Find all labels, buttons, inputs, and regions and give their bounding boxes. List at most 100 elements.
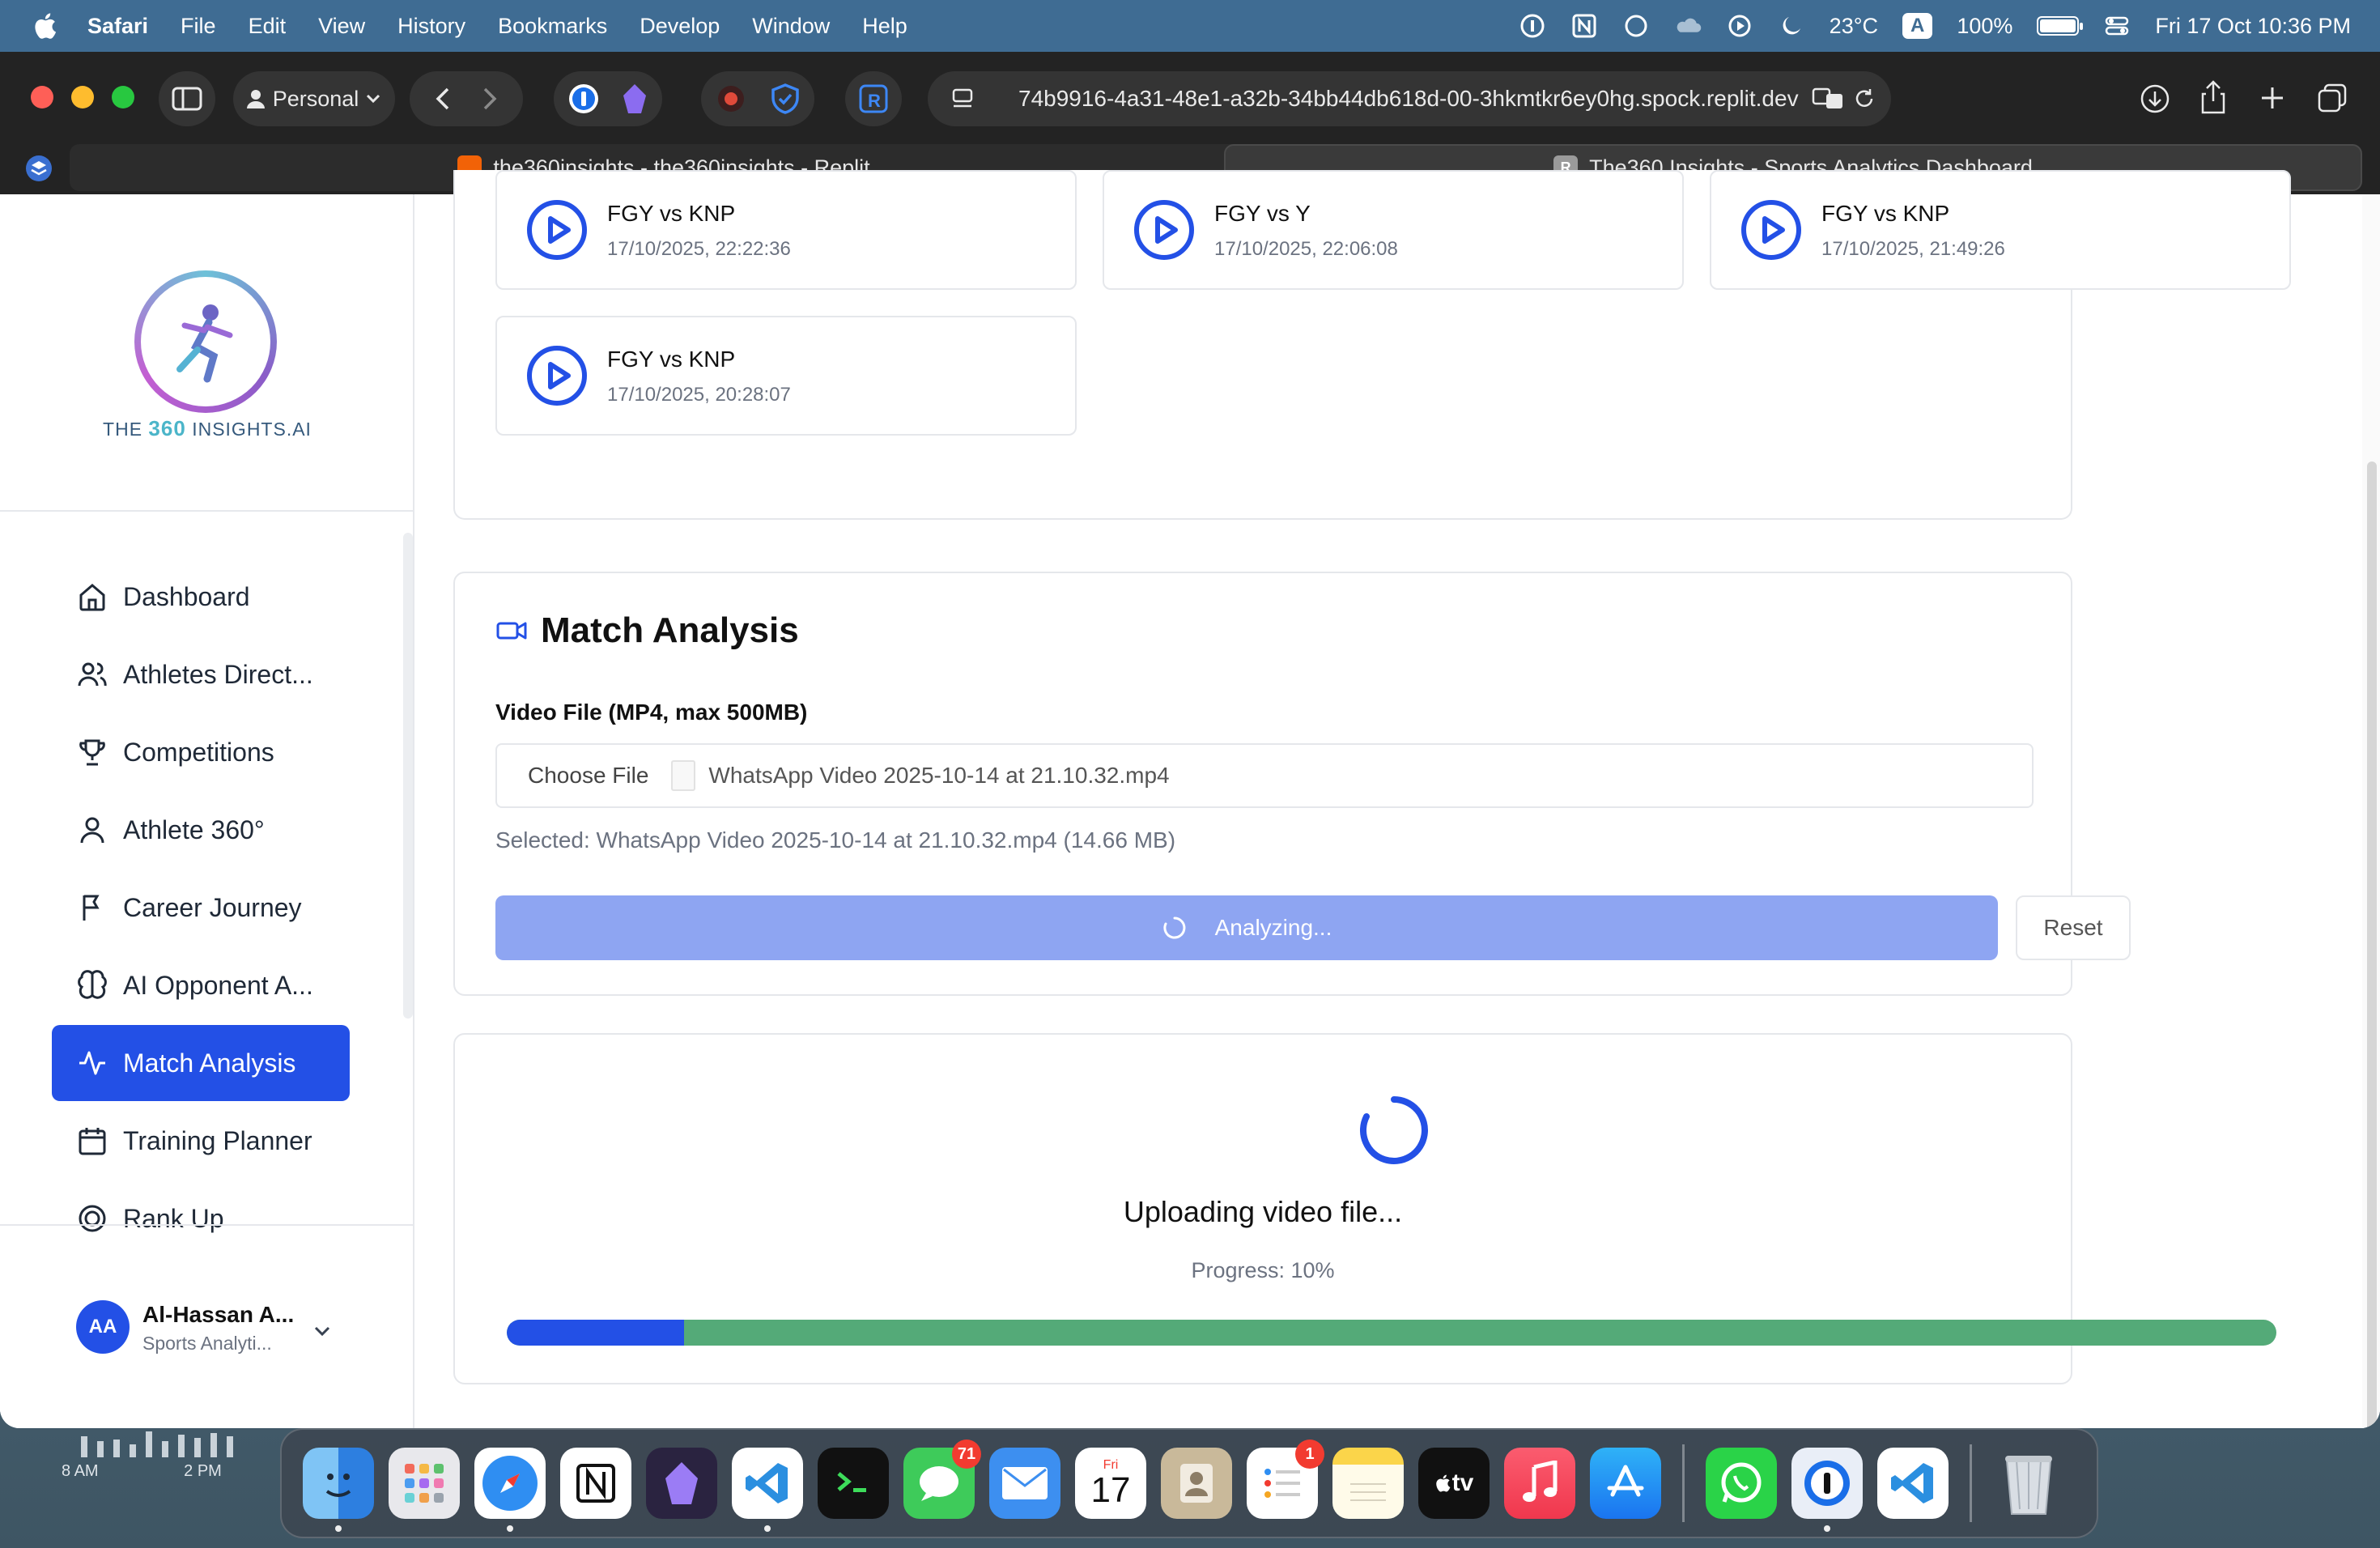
control-center-icon[interactable] <box>2103 12 2131 40</box>
dock-1password[interactable] <box>1791 1448 1863 1532</box>
apple-tv-label: tv <box>1451 1469 1474 1496</box>
macos-menubar: Safari File Edit View History Bookmarks … <box>0 0 2380 52</box>
sidebar-item-match-analysis[interactable]: Match Analysis <box>52 1025 350 1101</box>
page-scrollbar[interactable] <box>2362 194 2380 1428</box>
address-bar[interactable]: 74b9916-4a31-48e1-a32b-34bb44db618d-00-3… <box>928 71 1891 126</box>
dock-notion[interactable] <box>560 1448 631 1519</box>
choose-file-button[interactable]: Choose File <box>528 763 648 789</box>
back-arrow-icon[interactable] <box>427 84 460 113</box>
menu-develop[interactable]: Develop <box>640 14 720 39</box>
shield-extension-icon[interactable] <box>770 83 801 115</box>
dock-music[interactable] <box>1504 1448 1575 1519</box>
circle-status-icon[interactable] <box>1622 12 1650 40</box>
zoom-window-button[interactable] <box>112 86 134 108</box>
dock-vscode-2[interactable] <box>1877 1448 1949 1519</box>
dock-terminal[interactable] <box>818 1448 889 1519</box>
sidebar-toggle-button[interactable] <box>159 71 215 126</box>
dock-obsidian[interactable] <box>646 1448 717 1519</box>
sidebar-item-training-planner[interactable]: Training Planner <box>52 1103 350 1179</box>
menu-bookmarks[interactable]: Bookmarks <box>498 14 607 39</box>
analyze-button[interactable]: Analyzing... <box>495 895 1998 960</box>
dock-app-store[interactable] <box>1590 1448 1661 1519</box>
page-scrollbar-thumb[interactable] <box>2367 461 2377 1428</box>
apple-logo-icon[interactable] <box>32 12 57 40</box>
dock-mail[interactable] <box>989 1448 1060 1519</box>
recent-video-item[interactable]: FGY vs KNP 17/10/2025, 20:28:07 <box>495 316 1077 436</box>
sidebar-item-dashboard[interactable]: Dashboard <box>52 559 350 635</box>
running-indicator <box>1824 1525 1830 1532</box>
dock-calendar[interactable]: Fri 17 <box>1075 1448 1146 1519</box>
forward-arrow-icon[interactable] <box>473 84 505 113</box>
menu-app-name[interactable]: Safari <box>87 14 148 39</box>
reset-button[interactable]: Reset <box>2016 895 2131 960</box>
play-status-icon[interactable] <box>1726 12 1753 40</box>
menu-edit[interactable]: Edit <box>249 14 287 39</box>
sidebar-item-career-journey[interactable]: Career Journey <box>52 870 350 946</box>
dock-contacts[interactable] <box>1161 1448 1232 1519</box>
page-menu-icon[interactable] <box>950 87 975 111</box>
runner-illustration-icon <box>176 304 233 383</box>
dock-vscode[interactable] <box>732 1448 803 1532</box>
menu-help[interactable]: Help <box>862 14 907 39</box>
chevron-down-icon[interactable] <box>311 1320 334 1342</box>
user-profile-menu[interactable]: AA Al-Hassan A... Sports Analyti... <box>0 1224 413 1428</box>
obsidian-extension-icon[interactable] <box>621 83 648 115</box>
brand-highlight: 360 <box>148 416 186 440</box>
reload-icon[interactable] <box>1852 87 1876 111</box>
dock-finder[interactable] <box>303 1448 374 1532</box>
dock-whatsapp[interactable] <box>1706 1448 1777 1519</box>
dock-reminders[interactable]: 1 <box>1247 1440 1324 1519</box>
dock-launchpad[interactable] <box>389 1448 460 1519</box>
video-file-label: Video File (MP4, max 500MB) <box>495 700 808 725</box>
calendar-icon <box>79 1128 106 1155</box>
profile-label: Personal <box>272 86 359 111</box>
cloud-icon[interactable] <box>1674 12 1702 40</box>
battery-icon[interactable] <box>2037 16 2084 36</box>
dock-apple-tv[interactable]: tv <box>1418 1448 1490 1519</box>
video-file-input[interactable]: Choose File WhatsApp Video 2025-10-14 at… <box>495 743 2034 808</box>
bug-extension-icon[interactable] <box>715 83 747 115</box>
brand-logo[interactable]: THE 360 INSIGHTS.AI <box>0 194 413 512</box>
recent-video-item[interactable]: FGY vs Y 17/10/2025, 22:06:08 <box>1103 170 1684 290</box>
tab-overview-icon[interactable] <box>2317 83 2348 113</box>
input-source-badge[interactable]: A <box>1902 13 1933 39</box>
recent-video-item[interactable]: FGY vs KNP 17/10/2025, 22:22:36 <box>495 170 1077 290</box>
minimize-window-button[interactable] <box>71 86 94 108</box>
finder-icon <box>325 1474 351 1497</box>
onepassword-extension-icon[interactable] <box>567 83 600 115</box>
launchpad-icon <box>405 1464 444 1503</box>
brand-wordmark: THE 360 INSIGHTS.AI <box>0 416 414 441</box>
translate-icon[interactable] <box>1812 86 1844 112</box>
recent-video-item[interactable]: FGY vs KNP 17/10/2025, 21:49:26 <box>1710 170 2291 290</box>
upload-progress-bar <box>507 1320 2276 1346</box>
password-manager-icon[interactable] <box>1519 12 1546 40</box>
match-analysis-heading: Match Analysis <box>495 610 799 651</box>
sidebar-item-athlete-360[interactable]: Athlete 360° <box>52 792 350 868</box>
share-icon[interactable] <box>2199 79 2227 115</box>
menu-view[interactable]: View <box>318 14 365 39</box>
dock-trash[interactable] <box>1993 1448 2064 1519</box>
close-window-button[interactable] <box>31 86 53 108</box>
menubar-clock[interactable]: Fri 17 Oct 10:36 PM <box>2155 14 2351 39</box>
menu-file[interactable]: File <box>181 14 216 39</box>
notion-icon[interactable] <box>1570 12 1598 40</box>
profile-button[interactable]: Personal <box>233 71 395 126</box>
tab-group-icon[interactable] <box>24 154 53 183</box>
weather-moon-icon[interactable] <box>1778 12 1805 40</box>
downloads-icon[interactable] <box>2139 83 2171 115</box>
sidebar-item-ai-opponent[interactable]: AI Opponent A... <box>52 947 350 1023</box>
menu-history[interactable]: History <box>397 14 465 39</box>
sidebar-scrollbar[interactable] <box>403 533 413 1019</box>
new-tab-icon[interactable] <box>2259 84 2286 112</box>
sidebar-item-competitions[interactable]: Competitions <box>52 714 350 790</box>
upload-progress-card: Uploading video file... Progress: 10% <box>453 1033 2276 1384</box>
r-extension-icon[interactable]: R <box>857 83 890 115</box>
dock-notes[interactable] <box>1332 1448 1404 1519</box>
widget-label-8am: 8 AM <box>62 1462 99 1480</box>
dock-safari[interactable] <box>474 1448 546 1532</box>
menu-window[interactable]: Window <box>752 14 830 39</box>
dock-messages[interactable]: 71 <box>903 1440 981 1519</box>
sidebar-item-athletes-directory[interactable]: Athletes Direct... <box>52 636 350 712</box>
messages-badge: 71 <box>952 1440 981 1469</box>
music-note-icon <box>1523 1461 1558 1502</box>
